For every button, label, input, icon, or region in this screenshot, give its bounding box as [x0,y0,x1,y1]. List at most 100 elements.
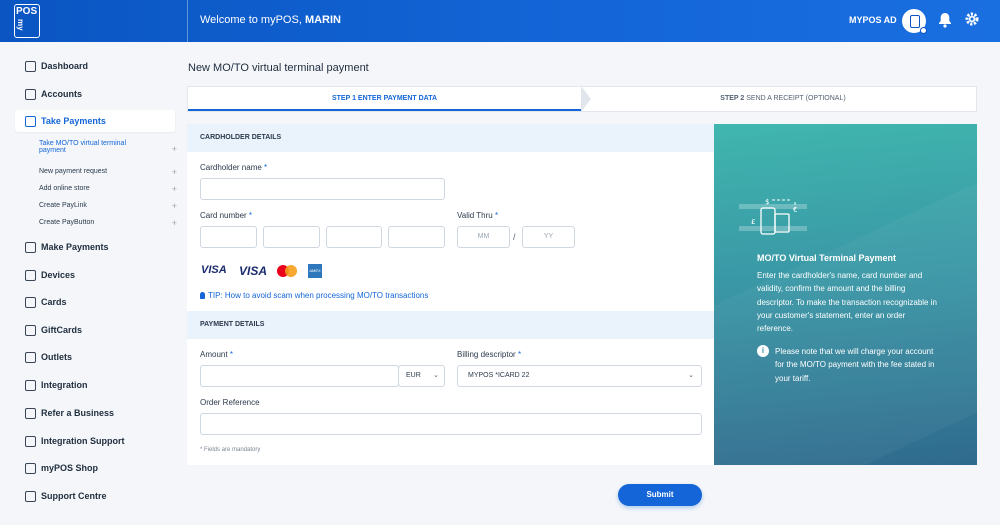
amount-input[interactable] [200,365,399,387]
tip-text: TIP: How to avoid scam when processing M… [208,291,429,300]
mypos-logo[interactable]: POS my [14,4,40,38]
sidebar-item-devices[interactable]: Devices [15,264,175,286]
sidebar: Dashboard Accounts Take Payments Take MO… [0,42,180,525]
sidebar-item-support[interactable]: Support Centre [15,485,175,507]
sidebar-item-label: GiftCards [41,325,83,335]
cardholder-name-label: Cardholder name * [200,163,267,172]
required-mark: * [494,211,499,220]
order-reference-label: Order Reference [200,398,260,407]
sidebar-item-label: Integration Support [41,436,125,446]
valid-thru-label: Valid Thru * [457,211,498,220]
visa-electron-logo: VISA [239,264,268,278]
currency-value: EUR [406,372,421,379]
cards-icon [25,296,36,308]
sidebar-item-label: Refer a Business [41,408,115,418]
card-number-input-4[interactable] [388,226,445,248]
sidebar-subitem-moto[interactable]: Take MO/TO virtual terminal payment + [39,140,177,154]
label-text: Billing descriptor [457,350,516,359]
card-number-input-1[interactable] [200,226,257,248]
avatar[interactable] [902,9,927,34]
expiry-month-input[interactable]: MM [457,226,510,248]
account-name[interactable]: MYPOS AD [849,15,897,25]
sidebar-subitem-paylink[interactable]: Create PayLink + [39,201,177,211]
sidebar-item-label: Accounts [41,89,83,99]
page-title: New MO/TO virtual terminal payment [188,62,369,74]
scam-tip-link[interactable]: TIP: How to avoid scam when processing M… [200,291,428,300]
sidebar-subitem-label-line2: payment [39,147,66,154]
label-text: Cardholder name [200,163,262,172]
support-icon [25,490,36,502]
billing-descriptor-select[interactable]: MYPOS *ICARD 22 ⌄ [457,365,702,387]
sidebar-subitem-payment-request[interactable]: New payment request + [39,167,177,177]
sidebar-subitem-paybutton[interactable]: Create PayButton + [39,218,177,228]
sidebar-item-label: Dashboard [41,61,89,71]
welcome-text: Welcome to myPOS, MARIN [200,14,341,26]
sidebar-item-label: Integration [41,380,88,390]
required-mark: * [264,163,268,172]
sidebar-item-label: Make Payments [41,242,109,252]
header-divider [187,0,188,42]
step-2[interactable]: STEP 2 SEND A RECEIPT (OPTIONAL) [588,87,978,111]
sidebar-item-accounts[interactable]: Accounts [15,83,175,105]
gear-icon[interactable] [964,11,980,32]
submit-button[interactable]: Submit [618,484,702,506]
payment-section-header: PAYMENT DETAILS [187,311,714,339]
sidebar-subitem-label: Create PayLink [39,202,87,209]
order-reference-input[interactable] [200,413,702,435]
sidebar-subitem-label: Add online store [39,185,90,192]
shop-icon [25,462,36,474]
top-bar: POS my Welcome to myPOS, MARIN MYPOS AD [0,0,1000,42]
required-mark: * [229,350,233,359]
sidebar-item-cards[interactable]: Cards [15,291,175,313]
welcome-name: MARIN [304,14,341,26]
plus-icon: + [171,167,177,177]
visa-logo: VISA [201,264,227,276]
sidebar-item-shop[interactable]: myPOS Shop [15,457,175,479]
sidebar-subitem-online-store[interactable]: Add online store + [39,184,177,194]
sidebar-item-make-payments[interactable]: Make Payments [15,236,175,258]
sidebar-subitem-label-line1: Take MO/TO virtual terminal [39,140,127,147]
sidebar-item-integration-support[interactable]: Integration Support [15,430,175,452]
sidebar-item-dashboard[interactable]: Dashboard [15,55,175,77]
info-text: Enter the cardholder's name, card number… [757,271,937,334]
send-icon [25,241,36,253]
sidebar-item-label: Outlets [41,352,73,362]
tag-icon [25,351,36,363]
lightbulb-icon [200,292,205,299]
step-2-number: STEP 2 [720,95,745,102]
cardholder-name-input[interactable] [200,178,445,200]
sidebar-item-take-payments[interactable]: Take Payments [15,110,175,132]
logo-sub-text: my [16,19,25,31]
stepper: STEP 1 ENTER PAYMENT DATA STEP 2 SEND A … [187,86,977,112]
integration-icon [25,379,36,391]
avatar-status-icon [920,27,927,34]
plus-icon: + [171,218,177,228]
svg-text:£: £ [751,218,755,226]
mastercard-logo [277,265,297,277]
card-number-input-3[interactable] [326,226,382,248]
plus-icon: + [171,184,177,194]
card-number-input-2[interactable] [263,226,320,248]
gift-icon [25,324,36,336]
wallet-icon [25,88,36,100]
step-1[interactable]: STEP 1 ENTER PAYMENT DATA [188,86,591,112]
info-title: MO/TO Virtual Terminal Payment [757,253,897,263]
expiry-year-input[interactable]: YY [522,226,575,248]
sidebar-item-giftcards[interactable]: GiftCards [15,319,175,341]
cart-icon [25,435,36,447]
card-icon [25,115,36,127]
amount-label: Amount * [200,350,233,359]
bell-icon[interactable] [938,12,952,28]
plus-icon: + [171,201,177,211]
sidebar-item-label: Support Centre [41,491,107,501]
billing-descriptor-value: MYPOS *ICARD 22 [468,372,530,379]
info-icon: i [757,345,769,357]
sidebar-item-refer[interactable]: Refer a Business [15,402,175,424]
sidebar-subitem-label: Take MO/TO virtual terminal payment [39,140,126,154]
label-text: Amount [200,350,228,359]
sidebar-item-outlets[interactable]: Outlets [15,346,175,368]
currency-select[interactable]: EUR ⌄ [398,365,445,387]
sidebar-item-integration[interactable]: Integration [15,374,175,396]
cardholder-section-header: CARDHOLDER DETAILS [187,124,714,152]
device-icon [25,269,36,281]
